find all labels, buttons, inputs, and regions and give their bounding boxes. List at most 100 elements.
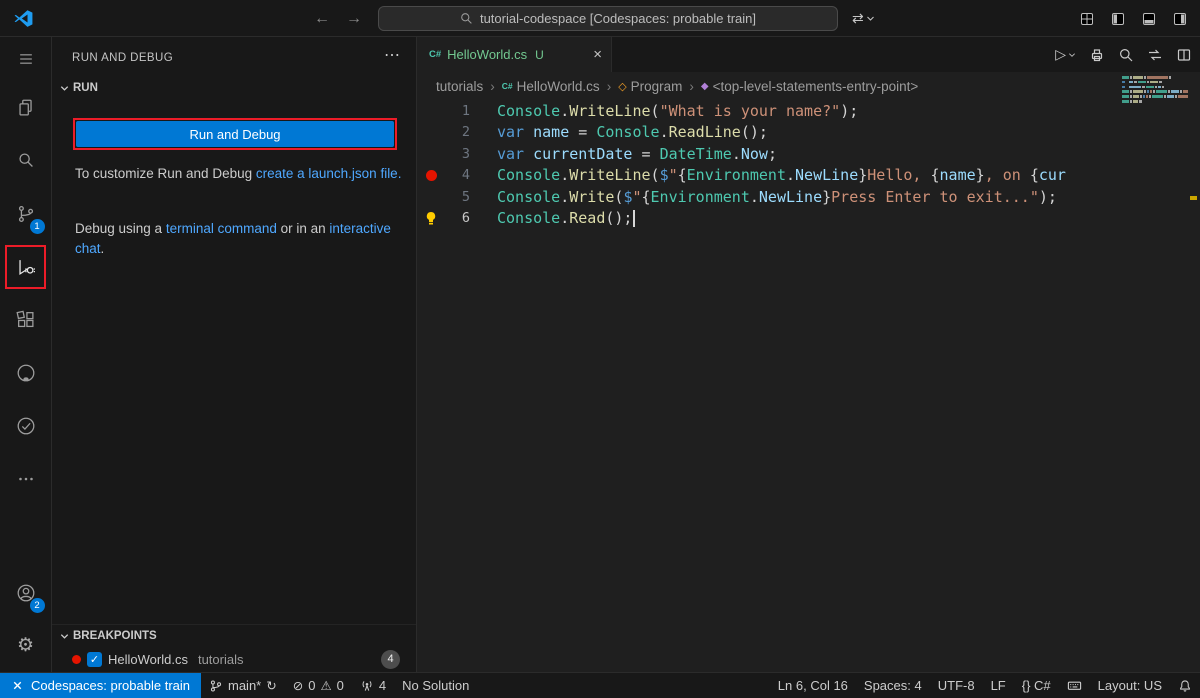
code-token: ReadLine bbox=[669, 123, 741, 141]
accounts-icon[interactable]: 2 bbox=[0, 566, 52, 619]
nav-forward-icon[interactable]: → bbox=[346, 0, 362, 37]
ports-status[interactable]: 4 bbox=[352, 673, 394, 698]
solution-status[interactable]: No Solution bbox=[394, 673, 477, 698]
code-token: WriteLine bbox=[569, 166, 650, 184]
code-token: Press Enter to exit..." bbox=[831, 188, 1039, 206]
breakpoint-checkbox[interactable]: ✓ bbox=[87, 652, 102, 667]
compare-changes-icon[interactable] bbox=[1147, 47, 1163, 63]
code-line[interactable]: 2var name = Console.ReadLine(); bbox=[418, 122, 1200, 144]
tutorial-highlight-box bbox=[5, 245, 46, 289]
branch-status[interactable]: main* ↻ bbox=[201, 673, 285, 698]
additional-views-icon[interactable] bbox=[0, 452, 52, 505]
indentation-status[interactable]: Spaces: 4 bbox=[856, 673, 930, 698]
remote-indicator[interactable]: Codespaces: probable train bbox=[0, 673, 201, 698]
source-control-icon[interactable]: 1 bbox=[0, 187, 52, 240]
code-line[interactable]: 6Console.Read(); bbox=[418, 208, 1200, 230]
run-and-debug-button[interactable]: Run and Debug bbox=[76, 121, 394, 147]
toggle-secondary-sidebar-icon[interactable] bbox=[1172, 11, 1188, 27]
menu-icon[interactable] bbox=[0, 37, 52, 81]
code-token: ( bbox=[651, 102, 660, 120]
language-mode-status[interactable]: {} C# bbox=[1014, 673, 1059, 698]
code-line[interactable]: 5Console.Write($"{Environment.NewLine}Pr… bbox=[418, 186, 1200, 208]
code-token: Hello, bbox=[867, 166, 930, 184]
code-token: = bbox=[632, 145, 659, 163]
views-more-actions-icon[interactable]: ⋯ bbox=[384, 45, 400, 65]
settings-gear-icon[interactable]: ⚙ bbox=[0, 619, 52, 672]
code-text[interactable]: var currentDate = DateTime.Now; bbox=[470, 145, 777, 163]
line-number: 5 bbox=[444, 189, 470, 205]
class-symbol-icon: ◇ bbox=[618, 80, 626, 93]
code-text[interactable]: var name = Console.ReadLine(); bbox=[470, 123, 768, 141]
search-editor-icon[interactable] bbox=[1118, 47, 1134, 63]
encoding-status[interactable]: UTF-8 bbox=[930, 673, 983, 698]
terminal-command-link[interactable]: terminal command bbox=[166, 221, 277, 236]
code-token: Console bbox=[497, 102, 560, 120]
lightbulb-icon[interactable] bbox=[424, 211, 438, 226]
github-icon[interactable] bbox=[0, 346, 52, 399]
code-token: cur bbox=[1039, 166, 1066, 184]
breakpoint-icon[interactable] bbox=[426, 170, 437, 181]
code-text[interactable]: Console.WriteLine("What is your name?"); bbox=[470, 102, 858, 120]
code-token: Console bbox=[596, 123, 659, 141]
accounts-badge: 2 bbox=[30, 598, 45, 613]
title-bar: ← → tutorial-codespace [Codespaces: prob… bbox=[0, 0, 1200, 37]
layout-status[interactable]: Layout: US bbox=[1090, 673, 1170, 698]
split-editor-icon[interactable] bbox=[1176, 47, 1192, 63]
code-token: "What is your name?" bbox=[660, 102, 841, 120]
code-text[interactable]: Console.Read(); bbox=[470, 209, 635, 227]
breadcrumb-tutorials[interactable]: tutorials bbox=[436, 79, 483, 94]
toggle-panel-icon[interactable] bbox=[1141, 11, 1157, 27]
breakpoint-list-item[interactable]: ✓ HelloWorld.cs tutorials 4 bbox=[52, 648, 416, 670]
radio-tower-icon bbox=[360, 679, 374, 693]
code-line[interactable]: 3var currentDate = DateTime.Now; bbox=[418, 143, 1200, 165]
nav-back-icon[interactable]: ← bbox=[314, 0, 330, 37]
run-button[interactable]: ▷ bbox=[1055, 46, 1076, 63]
breadcrumb-program[interactable]: ◇Program bbox=[618, 79, 682, 94]
code-token: name bbox=[533, 123, 569, 141]
csharp-file-icon: C# bbox=[429, 49, 441, 60]
search-view-icon[interactable] bbox=[0, 134, 52, 187]
command-center-search[interactable]: tutorial-codespace [Codespaces: probable… bbox=[378, 6, 838, 31]
remote-window-menu[interactable]: ⇄ bbox=[852, 0, 875, 37]
vscode-window: ← → tutorial-codespace [Codespaces: prob… bbox=[0, 0, 1200, 698]
workbench: 1 2 ⚙ bbox=[0, 37, 1200, 672]
code-line[interactable]: 4Console.WriteLine($"{Environment.NewLin… bbox=[418, 165, 1200, 187]
eol-status[interactable]: LF bbox=[983, 673, 1014, 698]
cursor-position-status[interactable]: Ln 6, Col 16 bbox=[770, 673, 856, 698]
toggle-sidebar-icon[interactable] bbox=[1110, 11, 1126, 27]
extensions-icon[interactable] bbox=[0, 293, 52, 346]
activity-bar: 1 2 ⚙ bbox=[0, 37, 52, 672]
launch-json-link[interactable]: create a launch.json file. bbox=[256, 166, 402, 181]
keyboard-layout-icon[interactable] bbox=[1059, 673, 1090, 698]
tab-helloworld[interactable]: C# HelloWorld.cs U × bbox=[418, 37, 612, 72]
breakpoints-section: BREAKPOINTS ✓ HelloWorld.cs tutorials 4 bbox=[52, 624, 416, 672]
code-token: var bbox=[497, 123, 524, 141]
code-token: " bbox=[632, 188, 641, 206]
line-number: 2 bbox=[444, 124, 470, 140]
run-section-header[interactable]: RUN bbox=[59, 82, 98, 94]
code-text[interactable]: Console.WriteLine($"{Environment.NewLine… bbox=[470, 166, 1066, 184]
test-explorer-icon[interactable] bbox=[0, 399, 52, 452]
glyph-margin[interactable] bbox=[418, 170, 444, 181]
run-debug-item[interactable] bbox=[0, 240, 52, 293]
breakpoints-section-header[interactable]: BREAKPOINTS bbox=[59, 630, 157, 642]
close-tab-icon[interactable]: × bbox=[593, 46, 602, 63]
code-lines[interactable]: 1Console.WriteLine("What is your name?")… bbox=[418, 100, 1200, 672]
minimap[interactable] bbox=[1122, 76, 1188, 105]
breadcrumb-file[interactable]: C#HelloWorld.cs bbox=[502, 79, 600, 94]
editor-group: C# HelloWorld.cs U × ▷ tutorials › bbox=[418, 37, 1200, 672]
code-token: WriteLine bbox=[569, 102, 650, 120]
search-value: tutorial-codespace [Codespaces: probable… bbox=[480, 11, 756, 26]
code-token: Environment bbox=[651, 188, 750, 206]
explorer-icon[interactable] bbox=[0, 81, 52, 134]
problems-status[interactable]: ⊘ 0 ⚠ 0 bbox=[285, 673, 352, 698]
print-icon[interactable] bbox=[1089, 47, 1105, 63]
minimap-line bbox=[1122, 76, 1188, 79]
tutorial-highlight-box: Run and Debug bbox=[73, 118, 397, 150]
code-text[interactable]: Console.Write($"{Environment.NewLine}Pre… bbox=[470, 188, 1057, 206]
customize-layout-icon[interactable] bbox=[1079, 11, 1095, 27]
glyph-margin[interactable] bbox=[418, 211, 444, 226]
code-line[interactable]: 1Console.WriteLine("What is your name?")… bbox=[418, 100, 1200, 122]
notifications-bell-icon[interactable] bbox=[1170, 673, 1200, 698]
breadcrumb-entry-point[interactable]: ◆<top-level-statements-entry-point> bbox=[701, 79, 918, 94]
